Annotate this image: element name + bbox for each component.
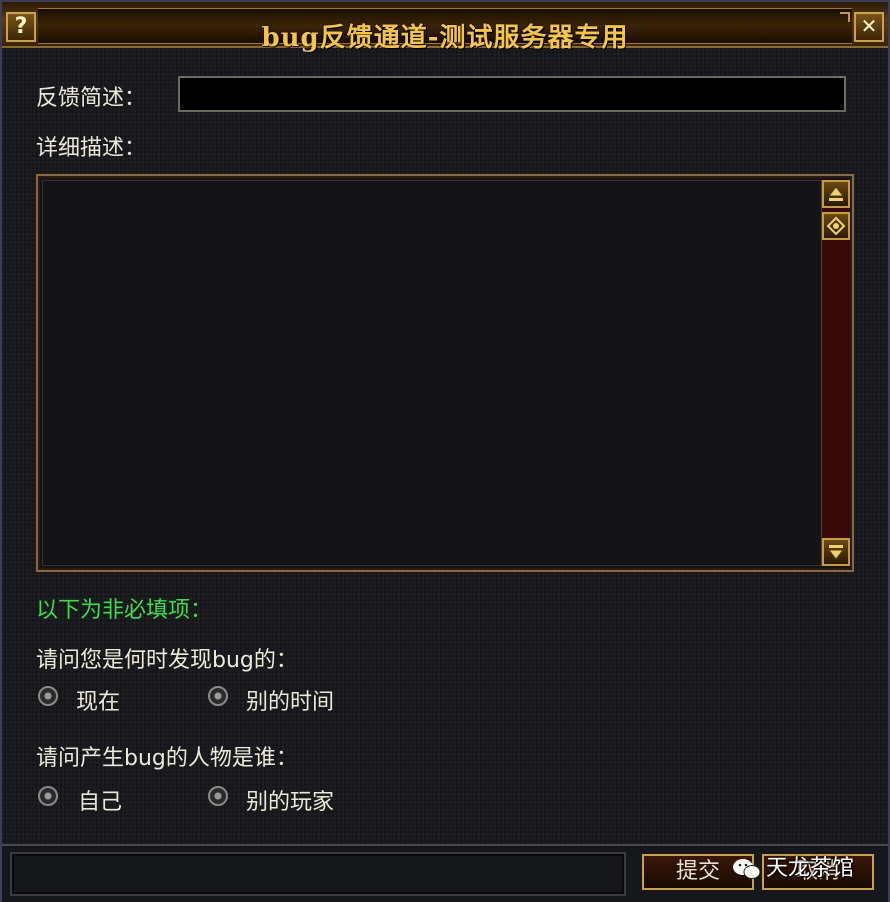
option-who-other[interactable]: 别的玩家 bbox=[246, 784, 334, 816]
help-icon: ? bbox=[14, 14, 28, 39]
scroll-down-button[interactable] bbox=[822, 538, 850, 566]
summary-input[interactable] bbox=[178, 76, 846, 112]
detail-textarea[interactable] bbox=[42, 180, 822, 566]
bug-feedback-window: ? bug反馈通道-测试服务器专用 ✕ 反馈简述： 详细描述： 以下为非必填项：… bbox=[0, 0, 890, 902]
watermark: 天龙茶馆 bbox=[732, 850, 854, 882]
radio-who-self[interactable] bbox=[38, 786, 58, 806]
radio-when-other[interactable] bbox=[208, 686, 228, 706]
window-title: bug反馈通道-测试服务器专用 bbox=[261, 23, 629, 53]
scroll-down-icon bbox=[827, 545, 845, 560]
question-who: 请问产生bug的人物是谁： bbox=[36, 746, 298, 771]
option-when-now[interactable]: 现在 bbox=[76, 684, 120, 716]
question-when: 请问您是何时发现bug的： bbox=[36, 648, 298, 673]
title-bar[interactable]: ? bug反馈通道-测试服务器专用 ✕ bbox=[2, 2, 888, 53]
radio-who-other[interactable] bbox=[208, 786, 228, 806]
close-button[interactable]: ✕ bbox=[854, 12, 884, 42]
close-icon: ✕ bbox=[860, 14, 878, 38]
scroll-up-button[interactable] bbox=[822, 180, 850, 208]
option-when-other[interactable]: 别的时间 bbox=[246, 684, 334, 716]
scroll-up-icon bbox=[827, 186, 845, 201]
detail-scrollbar[interactable] bbox=[821, 180, 850, 566]
bottom-status-groove bbox=[10, 852, 626, 896]
scroll-thumb[interactable] bbox=[822, 212, 850, 240]
title-panel: bug反馈通道-测试服务器专用 bbox=[38, 8, 852, 53]
summary-label: 反馈简述： bbox=[36, 86, 147, 111]
help-button[interactable]: ? bbox=[6, 12, 36, 42]
option-who-self[interactable]: 自己 bbox=[78, 784, 122, 816]
watermark-text: 天龙茶馆 bbox=[766, 856, 855, 881]
radio-when-now[interactable] bbox=[38, 686, 58, 706]
scroll-thumb-icon bbox=[826, 216, 846, 236]
corner-ornament-icon bbox=[840, 12, 850, 22]
wechat-logo-icon bbox=[733, 859, 761, 879]
detail-frame bbox=[36, 174, 854, 572]
detail-label: 详细描述： bbox=[36, 136, 147, 161]
optional-note: 以下为非必填项： bbox=[36, 598, 213, 623]
